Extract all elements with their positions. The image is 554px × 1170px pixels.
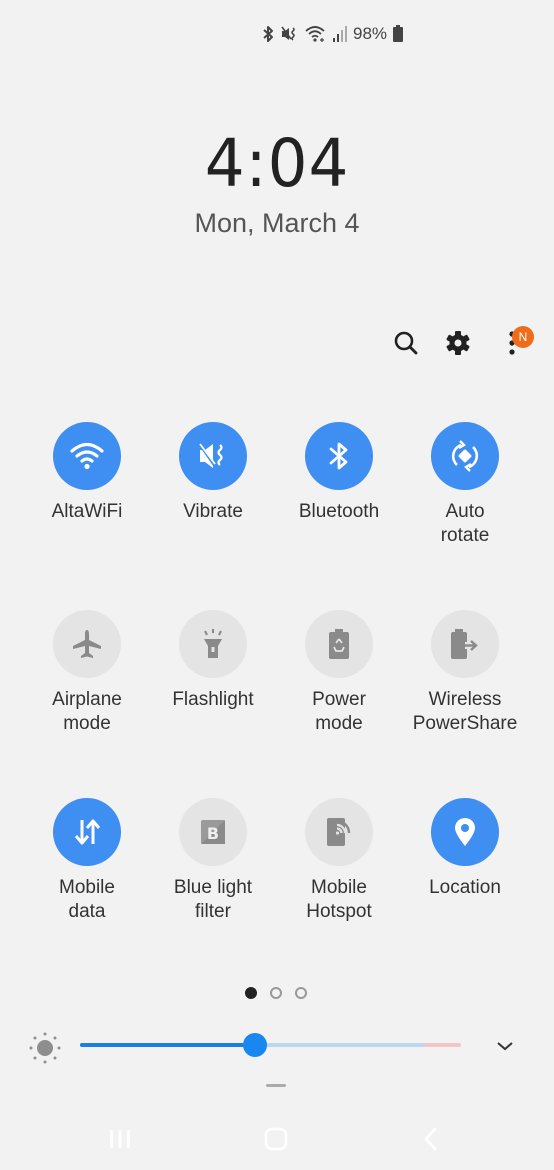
tile-power-mode[interactable]: Power mode	[276, 610, 402, 736]
tile-wifi-circle	[53, 422, 121, 490]
tile-location[interactable]: Location	[402, 798, 528, 900]
clock-time[interactable]: 4:04	[14, 125, 540, 202]
tile-auto-rotate-circle	[431, 422, 499, 490]
blue-light-filter-icon: B	[201, 820, 225, 844]
battery-icon	[393, 25, 404, 43]
wifi-icon	[305, 25, 327, 43]
brightness-slider-fill	[80, 1043, 256, 1047]
mobile-hotspot-icon	[327, 818, 351, 846]
page-dot-2[interactable]	[270, 987, 282, 999]
page-indicator	[245, 987, 307, 999]
tile-mobile-hotspot[interactable]: Mobile Hotspot	[276, 798, 402, 924]
notification-badge: N	[512, 326, 534, 348]
tile-wireless-powershare[interactable]: Wireless PowerShare	[402, 610, 528, 736]
tile-wifi[interactable]: AltaWiFi	[24, 422, 150, 524]
brightness-control	[0, 1028, 554, 1064]
signal-icon	[333, 25, 347, 43]
wireless-powershare-icon	[451, 629, 478, 659]
brightness-sun-icon	[29, 1032, 61, 1064]
tile-label: Wireless PowerShare	[412, 689, 518, 734]
auto-rotate-icon	[451, 440, 479, 472]
chevron-down-icon[interactable]	[493, 1034, 517, 1058]
tile-label: AltaWiFi	[51, 501, 123, 522]
tile-mobile-data-circle	[53, 798, 121, 866]
brightness-slider-thumb[interactable]	[243, 1033, 268, 1057]
tile-label: Mobile data	[59, 877, 115, 922]
tile-label: Auto rotate	[440, 501, 490, 546]
tile-location-circle	[431, 798, 499, 866]
tile-label: Location	[429, 877, 501, 898]
home-button[interactable]	[261, 1124, 291, 1154]
recents-icon	[110, 1130, 130, 1148]
tile-airplane-circle	[53, 610, 121, 678]
tile-label: Blue light filter	[173, 877, 253, 922]
vibrate-icon	[197, 442, 223, 468]
location-icon	[455, 818, 475, 846]
settings-button[interactable]	[440, 325, 476, 361]
brightness-high-zone	[424, 1043, 461, 1047]
bluetooth-icon	[262, 25, 275, 43]
tile-label: Airplane mode	[52, 689, 122, 734]
back-icon	[424, 1127, 437, 1151]
tile-bluetooth[interactable]: Bluetooth	[276, 422, 402, 524]
tile-label: Mobile Hotspot	[306, 877, 372, 922]
quick-settings-panel: 98% 4:04 Mon, March 4 N AltaWiFi Vibrate…	[0, 0, 554, 1106]
tile-label: Vibrate	[183, 501, 243, 522]
tile-power-mode-circle	[305, 610, 373, 678]
home-icon	[264, 1127, 288, 1151]
tile-mobile-data[interactable]: Mobile data	[24, 798, 150, 924]
gear-icon	[446, 331, 470, 355]
tile-label: Flashlight	[172, 689, 254, 710]
airplane-icon	[73, 630, 101, 658]
page-dot-3[interactable]	[295, 987, 307, 999]
svg-text:B: B	[207, 824, 219, 843]
tile-vibrate[interactable]: Vibrate	[150, 422, 276, 524]
tile-blue-light-filter-circle: B	[179, 798, 247, 866]
search-icon	[394, 331, 418, 355]
tile-wireless-powershare-circle	[431, 610, 499, 678]
vibrate-icon	[281, 25, 299, 43]
flashlight-icon	[204, 629, 222, 658]
power-mode-icon	[329, 629, 349, 659]
tile-mobile-hotspot-circle	[305, 798, 373, 866]
recents-button[interactable]	[105, 1124, 135, 1154]
page-dot-1[interactable]	[245, 987, 257, 999]
mobile-data-icon	[74, 819, 101, 845]
search-button[interactable]	[388, 325, 424, 361]
tile-vibrate-circle	[179, 422, 247, 490]
tile-flashlight[interactable]: Flashlight	[150, 610, 276, 712]
back-button[interactable]	[416, 1124, 446, 1154]
wifi-icon	[70, 442, 104, 470]
panel-drag-handle[interactable]	[266, 1084, 286, 1087]
status-bar: 98%	[262, 20, 404, 48]
top-actions	[0, 325, 554, 361]
battery-percent: 98%	[353, 24, 388, 43]
tile-label: Bluetooth	[298, 501, 380, 522]
tile-flashlight-circle	[179, 610, 247, 678]
tile-label: Power mode	[312, 689, 366, 734]
tile-blue-light-filter[interactable]: B Blue light filter	[150, 798, 276, 924]
clock-date[interactable]: Mon, March 4	[0, 208, 554, 239]
tile-bluetooth-circle	[305, 422, 373, 490]
brightness-slider[interactable]	[80, 1043, 461, 1047]
tile-auto-rotate[interactable]: Auto rotate	[402, 422, 528, 548]
tile-airplane-mode[interactable]: Airplane mode	[24, 610, 150, 736]
bluetooth-icon	[329, 442, 348, 470]
